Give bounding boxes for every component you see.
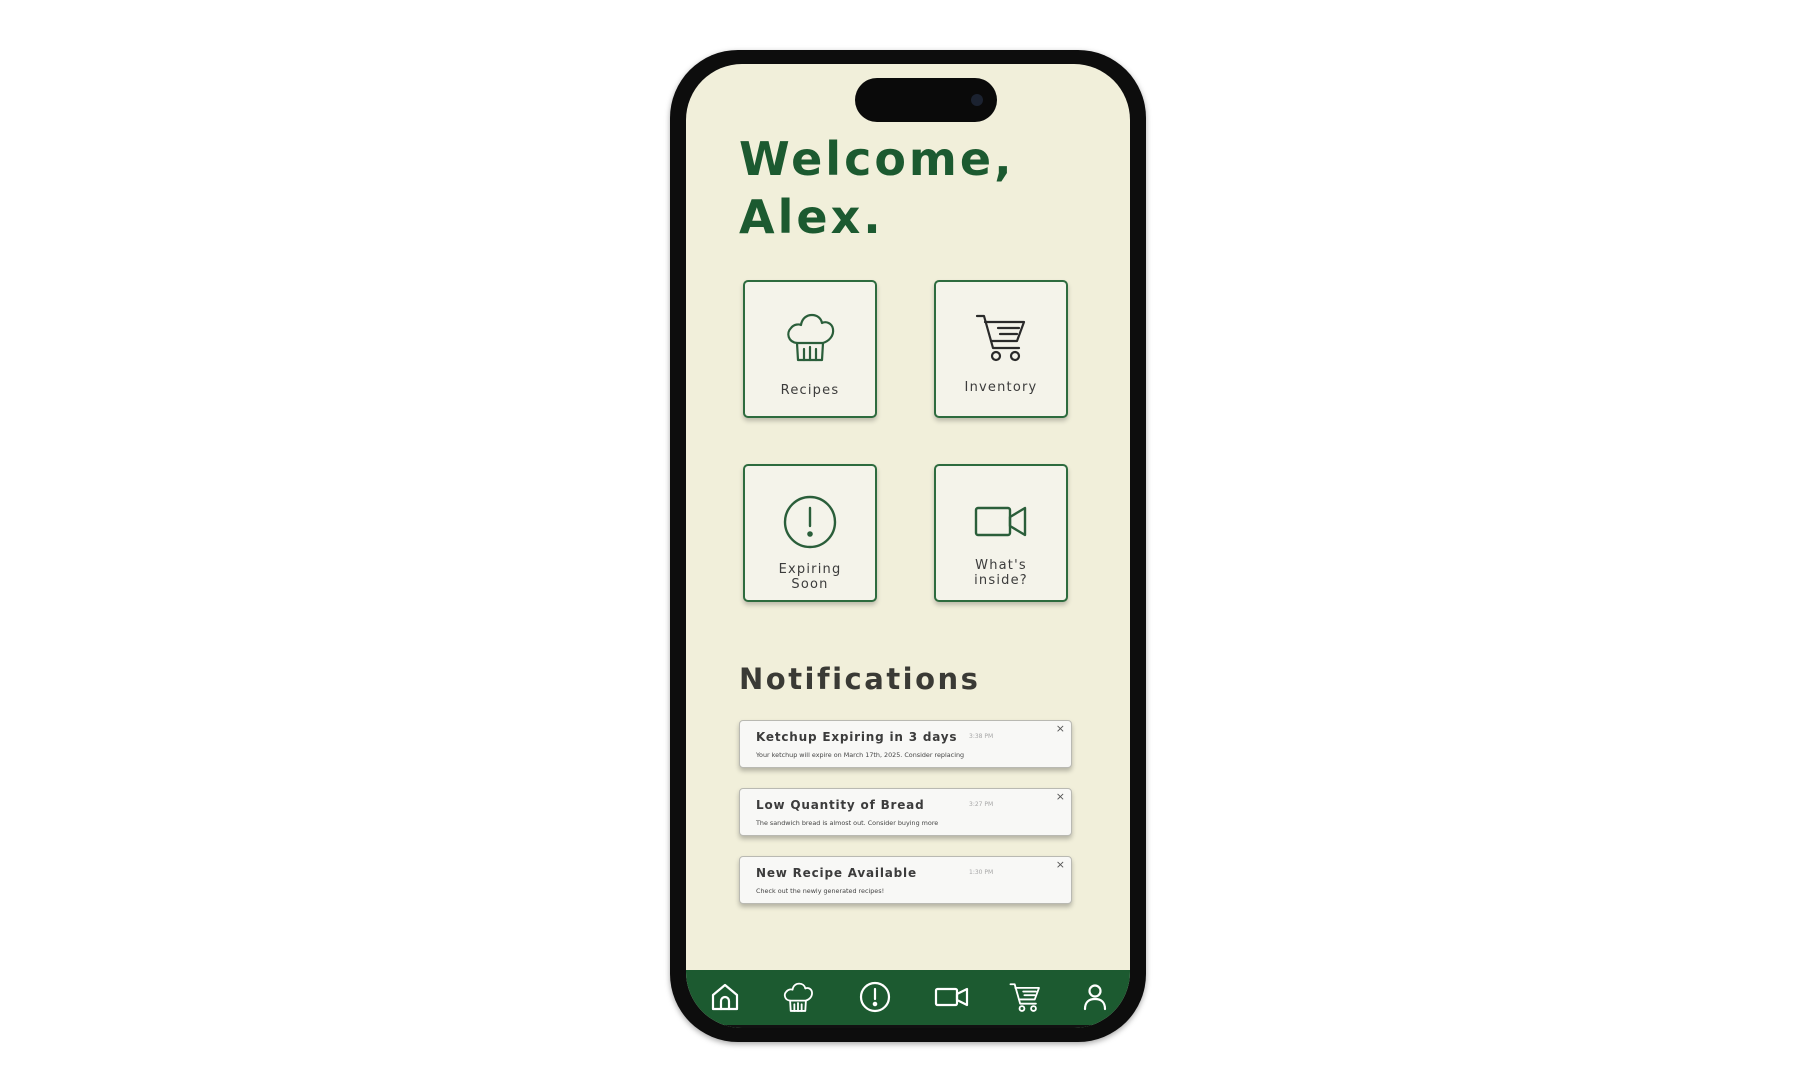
whats-inside-label-line-1: What's bbox=[975, 558, 1027, 573]
whats-inside-tile[interactable]: What's inside? bbox=[934, 464, 1068, 602]
welcome-line-1: Welcome, bbox=[739, 132, 1015, 186]
chef-hat-icon bbox=[787, 313, 835, 362]
notification-card[interactable]: Low Quantity of Bread 3:27 PM × The sand… bbox=[739, 788, 1072, 836]
camera-dot bbox=[971, 94, 983, 106]
shopping-cart-icon bbox=[975, 314, 1026, 362]
alert-circle-icon bbox=[783, 495, 837, 549]
user-icon bbox=[1083, 984, 1107, 1011]
close-icon[interactable]: × bbox=[1056, 723, 1065, 734]
notification-card[interactable]: Ketchup Expiring in 3 days 3:38 PM × You… bbox=[739, 720, 1072, 768]
alert-circle-icon bbox=[859, 981, 891, 1013]
app-screen: Welcome, Alex. Recipes Inventory Expirin… bbox=[686, 64, 1130, 1028]
video-camera-icon bbox=[974, 506, 1027, 537]
welcome-heading: Welcome, Alex. bbox=[739, 130, 1015, 246]
bottom-nav-bar bbox=[686, 970, 1130, 1028]
whats-inside-tile-label: What's inside? bbox=[936, 558, 1066, 588]
notifications-heading: Notifications bbox=[739, 662, 981, 696]
dynamic-island bbox=[855, 78, 997, 122]
nav-camera-button[interactable] bbox=[934, 980, 969, 1014]
welcome-line-2: Alex. bbox=[739, 190, 884, 244]
expiring-soon-tile[interactable]: Expiring Soon bbox=[743, 464, 877, 602]
notification-time: 3:27 PM bbox=[969, 801, 994, 808]
notification-body: The sandwich bread is almost out. Consid… bbox=[756, 819, 939, 827]
video-camera-icon bbox=[934, 987, 969, 1007]
nav-home-button[interactable] bbox=[708, 980, 742, 1014]
whats-inside-label-line-2: inside? bbox=[974, 573, 1028, 588]
expiring-soon-label-line-1: Expiring bbox=[778, 562, 842, 577]
inventory-tile-label: Inventory bbox=[964, 380, 1038, 395]
nav-inventory-button[interactable] bbox=[1008, 980, 1042, 1014]
notification-title: Ketchup Expiring in 3 days bbox=[756, 730, 958, 744]
notification-title: Low Quantity of Bread bbox=[756, 798, 925, 812]
notification-time: 3:38 PM bbox=[969, 733, 994, 740]
phone-frame: Welcome, Alex. Recipes Inventory Expirin… bbox=[670, 50, 1146, 1042]
shopping-cart-icon bbox=[1009, 983, 1040, 1012]
close-icon[interactable]: × bbox=[1056, 791, 1065, 802]
recipes-tile-label: Recipes bbox=[780, 383, 840, 398]
nav-recipes-button[interactable] bbox=[781, 980, 815, 1014]
notification-title: New Recipe Available bbox=[756, 866, 917, 880]
expiring-soon-label-line-2: Soon bbox=[791, 577, 829, 592]
recipes-tile[interactable]: Recipes bbox=[743, 280, 877, 418]
notification-body: Check out the newly generated recipes! bbox=[756, 887, 885, 895]
expiring-soon-tile-label: Expiring Soon bbox=[745, 562, 875, 592]
nav-expiring-button[interactable] bbox=[858, 980, 892, 1014]
notification-body: Your ketchup will expire on March 17th, … bbox=[756, 751, 965, 759]
chef-hat-icon bbox=[783, 982, 813, 1012]
home-icon bbox=[711, 983, 739, 1011]
nav-profile-button[interactable] bbox=[1078, 980, 1112, 1014]
notification-time: 1:30 PM bbox=[969, 869, 994, 876]
inventory-tile[interactable]: Inventory bbox=[934, 280, 1068, 418]
notification-card[interactable]: New Recipe Available 1:30 PM × Check out… bbox=[739, 856, 1072, 904]
close-icon[interactable]: × bbox=[1056, 859, 1065, 870]
